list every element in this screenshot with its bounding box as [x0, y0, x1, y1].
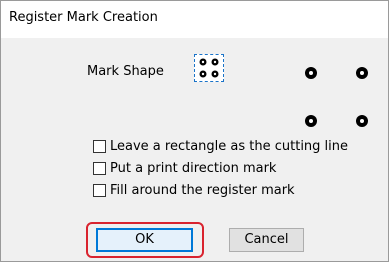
mark-shape-label: Mark Shape — [87, 64, 164, 79]
print-direction-label: Put a print direction mark — [110, 161, 277, 176]
cutting-line-label: Leave a rectangle as the cutting line — [110, 139, 349, 154]
preview-dot-top-right — [356, 67, 368, 79]
preview-dot-bottom-left — [305, 115, 317, 127]
mark-shape-selector[interactable] — [194, 54, 224, 82]
cutting-line-checkbox[interactable] — [93, 140, 106, 153]
preview-dot-top-left — [305, 67, 317, 79]
print-direction-checkbox[interactable] — [93, 162, 106, 175]
register-mark-dialog: Register Mark Creation Mark Shape Leave … — [0, 0, 389, 262]
preview-dot-bottom-right — [356, 115, 368, 127]
fill-around-checkbox[interactable] — [93, 184, 106, 197]
ok-button[interactable]: OK — [96, 228, 193, 252]
dialog-body: Mark Shape Leave a rectangle as the cutt… — [1, 38, 388, 261]
fill-around-label: Fill around the register mark — [110, 183, 295, 198]
window-title: Register Mark Creation — [9, 10, 158, 25]
cancel-button[interactable]: Cancel — [229, 228, 304, 252]
title-bar[interactable]: Register Mark Creation — [1, 1, 388, 38]
